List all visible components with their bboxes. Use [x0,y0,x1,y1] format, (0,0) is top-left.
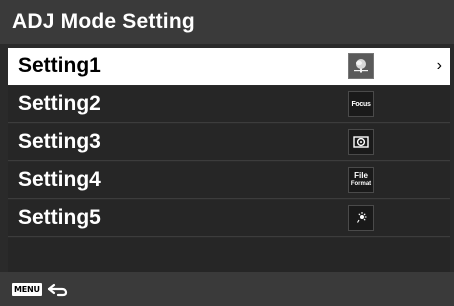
back-arrow-icon[interactable] [46,281,70,297]
setting-item-label: Setting1 [18,54,101,77]
scene-mode-icon [348,53,374,79]
focus-icon: Focus [348,91,374,117]
metering-icon [348,129,374,155]
file-format-icon-line1: File [354,171,368,180]
file-format-icon: File Format [348,167,374,193]
setting-item-2[interactable]: Setting2 Focus [8,86,450,123]
setting-item-5[interactable]: Setting5 [8,200,450,237]
setting-item-4[interactable]: Setting4 File Format [8,162,450,199]
focus-icon-text: Focus [351,100,371,108]
chevron-right-icon: › [436,57,442,74]
camera-menu-screen: ADJ Mode Setting Setting1 › Setting2 Foc… [0,0,454,306]
footer-bar: MENU [0,272,454,306]
setting-item-label: Setting5 [18,206,101,229]
setting-item-label: Setting2 [18,92,101,115]
setting-item-1[interactable]: Setting1 › [8,48,450,85]
empty-row [8,238,450,275]
menu-title-text: ADJ Mode Setting [12,10,195,33]
settings-list: Setting1 › Setting2 Focus Setting3 Setti… [8,48,450,276]
setting-item-label: Setting4 [18,168,101,191]
white-balance-icon [348,205,374,231]
file-format-icon-line2: Format [350,181,372,187]
menu-title: ADJ Mode Setting [0,0,454,44]
menu-button-label[interactable]: MENU [12,282,42,296]
setting-item-3[interactable]: Setting3 [8,124,450,161]
setting-item-label: Setting3 [18,130,101,153]
